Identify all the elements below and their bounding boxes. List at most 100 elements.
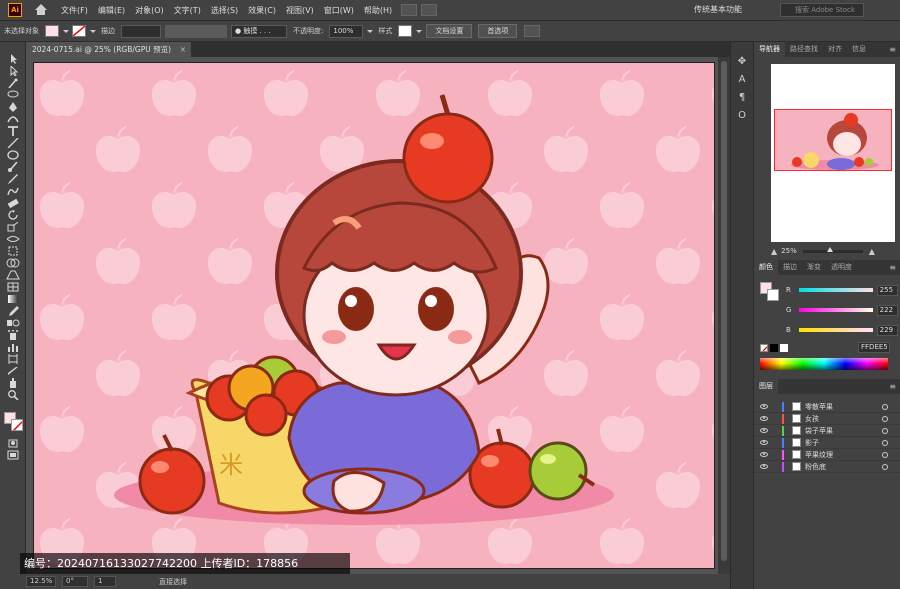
layer-target-icon[interactable] bbox=[882, 415, 888, 422]
artboard-icon[interactable] bbox=[5, 354, 21, 364]
tab-navigator[interactable]: 导航器 bbox=[754, 42, 785, 57]
white-color-box[interactable] bbox=[780, 344, 788, 352]
fill-swatch[interactable] bbox=[45, 25, 59, 37]
home-icon[interactable] bbox=[34, 4, 48, 16]
menu-object[interactable]: 对象(O) bbox=[130, 5, 169, 16]
canvas-area[interactable]: 米 bbox=[26, 57, 730, 574]
lasso-icon[interactable] bbox=[5, 90, 21, 100]
layers-menu-icon[interactable]: ≡ bbox=[889, 382, 896, 391]
layer-target-icon[interactable] bbox=[882, 427, 888, 434]
shaper-icon[interactable] bbox=[5, 186, 21, 196]
menu-file[interactable]: 文件(F) bbox=[56, 5, 93, 16]
menu-edit[interactable]: 编辑(E) bbox=[93, 5, 130, 16]
stroke-color-box[interactable] bbox=[10, 419, 23, 431]
rotate-icon[interactable] bbox=[5, 210, 21, 220]
layer-row[interactable]: 零散苹果 bbox=[754, 401, 900, 413]
layer-target-icon[interactable] bbox=[882, 463, 888, 470]
menu-effect[interactable]: 效果(C) bbox=[243, 5, 281, 16]
navigator-zoom-slider[interactable] bbox=[802, 246, 863, 253]
red-value[interactable]: 255 bbox=[876, 284, 898, 296]
blue-slider[interactable] bbox=[799, 328, 873, 332]
zoom-icon[interactable] bbox=[5, 390, 21, 400]
layer-row[interactable]: 女孩 bbox=[754, 413, 900, 425]
layer-target-icon[interactable] bbox=[882, 403, 888, 410]
visibility-eye-icon[interactable] bbox=[760, 416, 768, 421]
gradient-icon[interactable] bbox=[5, 294, 21, 304]
vertical-scrollbar[interactable] bbox=[718, 57, 730, 574]
mesh-icon[interactable] bbox=[5, 282, 21, 292]
tab-layers[interactable]: 图层 bbox=[754, 379, 778, 394]
menu-select[interactable]: 选择(S) bbox=[206, 5, 243, 16]
zoom-out-icon[interactable]: ▲ bbox=[771, 247, 777, 256]
magic-wand-icon[interactable] bbox=[5, 78, 21, 88]
menu-help[interactable]: 帮助(H) bbox=[359, 5, 397, 16]
layer-row[interactable]: 苹果纹理 bbox=[754, 449, 900, 461]
perspective-icon[interactable] bbox=[5, 270, 21, 280]
style-dropdown-icon[interactable] bbox=[414, 25, 423, 37]
menu-type[interactable]: 文字(T) bbox=[169, 5, 206, 16]
paragraph-panel-icon[interactable]: ¶ bbox=[735, 92, 749, 104]
layer-row[interactable]: 袋子苹果 bbox=[754, 425, 900, 437]
graph-icon[interactable] bbox=[5, 342, 21, 352]
scale-icon[interactable] bbox=[5, 222, 21, 232]
none-color-box[interactable] bbox=[760, 344, 768, 352]
stroke-weight-field[interactable] bbox=[121, 24, 161, 38]
tab-gradient[interactable]: 渐变 bbox=[802, 260, 826, 275]
fill-dropdown-icon[interactable] bbox=[61, 25, 70, 37]
layer-target-icon[interactable] bbox=[882, 451, 888, 458]
green-value[interactable]: 222 bbox=[876, 304, 898, 316]
document-setup-button[interactable]: 文档设置 bbox=[426, 24, 473, 38]
brush-definition-field[interactable]: ● 触摸 . . . bbox=[231, 24, 287, 38]
tab-transparency[interactable]: 透明度 bbox=[826, 260, 857, 275]
menu-window[interactable]: 窗口(W) bbox=[319, 5, 359, 16]
zoom-level-field[interactable]: 12.5% bbox=[26, 576, 56, 587]
line-icon[interactable] bbox=[5, 138, 21, 148]
navigator-zoom-value[interactable]: 25% bbox=[781, 247, 797, 255]
slice-icon[interactable] bbox=[5, 366, 21, 376]
preferences-button[interactable]: 首选项 bbox=[478, 24, 518, 38]
stock-search-input[interactable]: 搜索 Adobe Stock bbox=[780, 3, 864, 17]
draw-mode-icon[interactable] bbox=[5, 438, 21, 448]
direct-selection-tool-icon[interactable] bbox=[5, 66, 21, 76]
tab-info[interactable]: 信息 bbox=[847, 42, 871, 57]
layer-row[interactable]: 影子 bbox=[754, 437, 900, 449]
width-icon[interactable] bbox=[5, 234, 21, 244]
arrange-documents-icon[interactable] bbox=[401, 4, 418, 16]
paintbrush-icon[interactable] bbox=[5, 162, 21, 172]
blend-icon[interactable] bbox=[5, 318, 21, 328]
workspace-switcher[interactable]: 传统基本功能 bbox=[694, 4, 742, 15]
rotate-view-field[interactable]: 0° bbox=[62, 576, 88, 587]
artboard[interactable]: 米 bbox=[34, 63, 714, 568]
arrange-icon[interactable] bbox=[524, 25, 541, 37]
black-color-box[interactable] bbox=[770, 344, 778, 352]
red-slider[interactable] bbox=[799, 288, 873, 292]
gpu-performance-icon[interactable] bbox=[421, 4, 438, 16]
hex-color-field[interactable]: FFDEE5 bbox=[858, 342, 890, 353]
panel-menu-icon[interactable]: ≡ bbox=[889, 45, 896, 54]
symbol-sprayer-icon[interactable] bbox=[5, 330, 21, 340]
opacity-dropdown-icon[interactable] bbox=[365, 25, 374, 37]
visibility-eye-icon[interactable] bbox=[760, 452, 768, 457]
pencil-icon[interactable] bbox=[5, 174, 21, 184]
menu-view[interactable]: 视图(V) bbox=[281, 5, 319, 16]
green-slider[interactable] bbox=[799, 308, 873, 312]
close-tab-icon[interactable]: × bbox=[180, 42, 186, 57]
character-panel-icon[interactable]: A bbox=[735, 74, 749, 86]
tab-color[interactable]: 颜色 bbox=[754, 260, 778, 275]
tab-stroke[interactable]: 描边 bbox=[778, 260, 802, 275]
visibility-eye-icon[interactable] bbox=[760, 464, 768, 469]
stroke-swatch[interactable] bbox=[72, 25, 86, 37]
opacity-field[interactable]: 100% bbox=[329, 24, 364, 38]
eyedropper-icon[interactable] bbox=[5, 306, 21, 316]
navigator-view-box[interactable] bbox=[774, 109, 892, 171]
fill-stroke-widget[interactable] bbox=[2, 410, 24, 432]
curvature-icon[interactable] bbox=[5, 114, 21, 124]
stroke-dropdown-icon[interactable] bbox=[88, 25, 97, 37]
graphic-style-swatch[interactable] bbox=[398, 25, 413, 37]
opentype-panel-icon[interactable]: O bbox=[735, 110, 749, 122]
layer-row[interactable]: 粉色底 bbox=[754, 461, 900, 473]
visibility-eye-icon[interactable] bbox=[760, 404, 768, 409]
selection-tool-icon[interactable] bbox=[5, 54, 21, 64]
color-panel-icon[interactable]: ✥ bbox=[735, 56, 749, 68]
document-tab[interactable]: 2024-0715.ai @ 25% (RGB/GPU 预览) × bbox=[26, 42, 192, 57]
